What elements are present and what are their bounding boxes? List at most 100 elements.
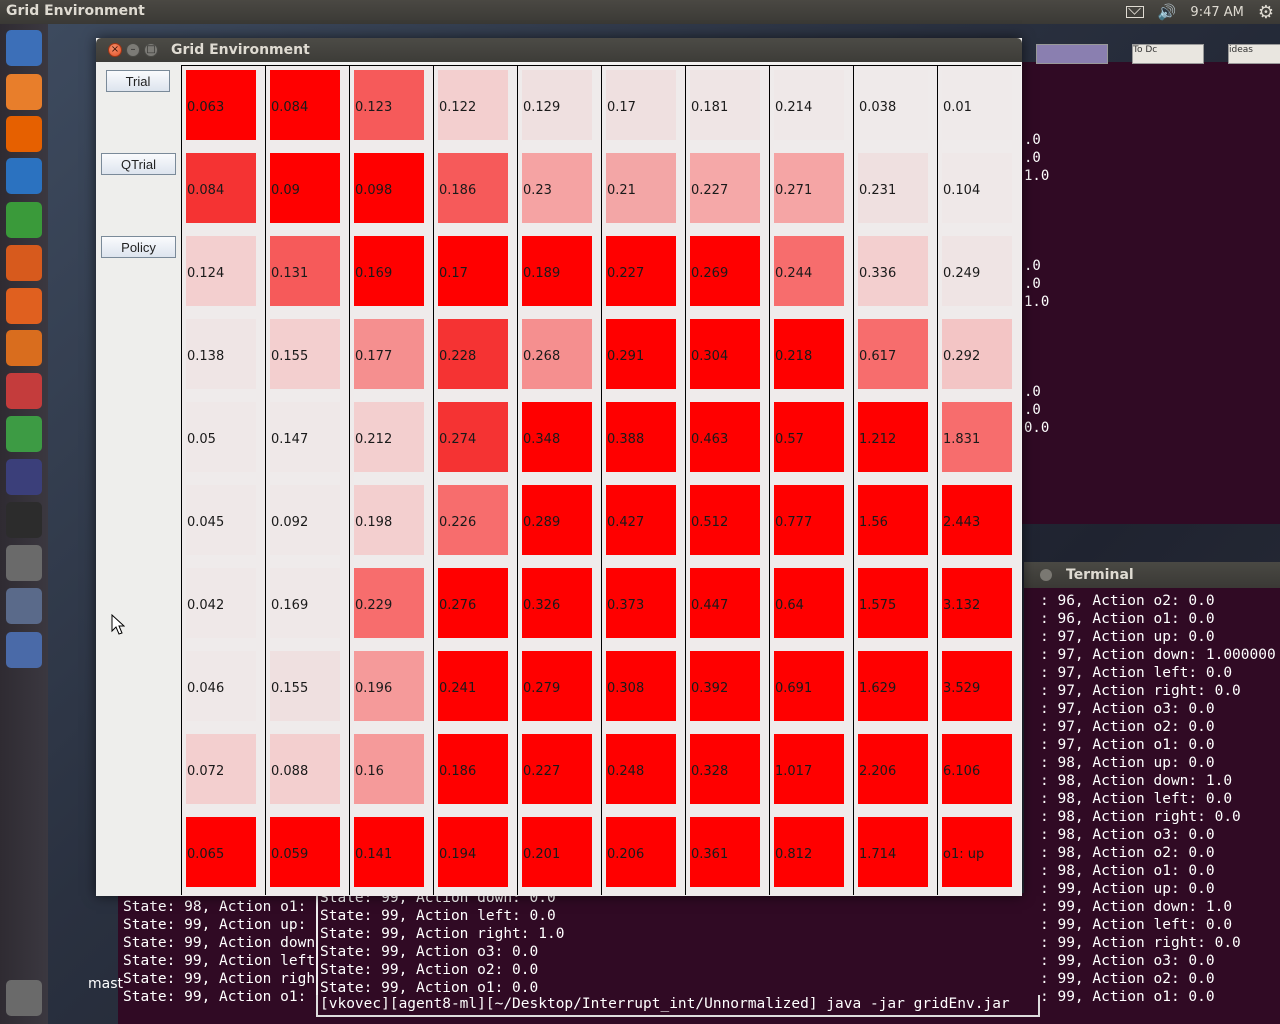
grid-cell: 2.443 (938, 481, 1021, 564)
files-icon[interactable] (6, 74, 42, 110)
software-center-icon[interactable] (6, 288, 42, 324)
grid-cell: 0.227 (686, 149, 769, 232)
writer-icon[interactable] (6, 158, 42, 194)
cell-value: 1.212 (859, 432, 897, 447)
trash-icon[interactable] (6, 980, 42, 1016)
grid-cell: 0.084 (266, 66, 349, 149)
terminal-output-left: State: 98, Action o1: State: 99, Action u… (123, 898, 315, 1006)
cell-value: 0.271 (775, 183, 813, 198)
grid-cell: 0.141 (350, 813, 433, 896)
text-editor-icon[interactable] (6, 545, 42, 581)
cell-value: 0.617 (859, 349, 897, 364)
terminal-window-bottom[interactable]: State: 98, Action o1: State: 99, Action u… (118, 890, 1040, 1024)
mail-icon[interactable] (1125, 6, 1144, 18)
grid-cell: 0.124 (182, 232, 265, 315)
terminal-line: : 97, Action o3: 0.0 (1040, 701, 1215, 717)
eclipse-icon[interactable] (6, 459, 42, 495)
trial-button[interactable]: Trial (106, 70, 170, 92)
ubuntu-one-icon[interactable] (6, 330, 42, 366)
cell-value: 0.194 (439, 847, 477, 862)
launcher (0, 24, 48, 1024)
grid-cell: 1.714 (854, 813, 937, 896)
desktop-folder-label[interactable]: mast (88, 976, 123, 992)
cell-value: 0.229 (355, 598, 393, 613)
terminal-icon[interactable] (6, 502, 42, 538)
close-icon[interactable]: × (108, 43, 122, 57)
grid-cell: 0.045 (182, 481, 265, 564)
grid-cell: 0.308 (602, 647, 685, 730)
grid-cell: 0.059 (266, 813, 349, 896)
grid-cell: 0.198 (350, 481, 433, 564)
minimize-icon[interactable]: – (126, 43, 140, 57)
cell-value: 0.249 (943, 266, 981, 281)
terminal-title: Terminal (1066, 567, 1134, 583)
background-terminal-window[interactable]: .0 .0 1.0 .0 .0 1.0 .0 .0 0.0 (1020, 62, 1280, 524)
cell-value: 0.227 (691, 183, 729, 198)
grid-cell: 0.447 (686, 564, 769, 647)
grid-cell: 0.373 (602, 564, 685, 647)
grid-cell: 1.575 (854, 564, 937, 647)
cell-value: 0.276 (439, 598, 477, 613)
desktop-thumbnail[interactable] (1036, 44, 1108, 64)
cell-value: 0.64 (775, 598, 804, 613)
close-icon[interactable] (1040, 569, 1052, 581)
qtrial-button[interactable]: QTrial (101, 153, 176, 175)
grid-cell: 0.206 (602, 813, 685, 896)
impress-icon[interactable] (6, 245, 42, 281)
cell-value: 0.228 (439, 349, 477, 364)
cell-value: 0.244 (775, 266, 813, 281)
grid-cell: 0.104 (938, 149, 1021, 232)
terminal-line: : 98, Action right: 0.0 (1040, 809, 1241, 825)
policy-button[interactable]: Policy (101, 236, 176, 258)
firefox-icon[interactable] (6, 116, 42, 152)
value-grid: 0.063 0.084 0.123 0.122 0.129 0.17 0.181 0.214 0… (181, 65, 1021, 896)
workspace-switcher-icon[interactable] (6, 632, 42, 668)
terminal-titlebar[interactable]: Terminal (1024, 562, 1280, 588)
cell-value: 0.326 (523, 598, 561, 613)
terminal-line: : 98, Action up: 0.0 (1040, 755, 1215, 771)
cell-value: 3.132 (943, 598, 981, 613)
grid-cell: 0.292 (938, 315, 1021, 398)
grid-cell: 0.17 (602, 66, 685, 149)
cell-value: 0.392 (691, 681, 729, 696)
cell-value: 0.063 (187, 100, 225, 115)
calc-icon[interactable] (6, 202, 42, 238)
cell-value: 0.447 (691, 598, 729, 613)
gear-icon[interactable]: ⚙ (1258, 2, 1274, 23)
cell-value: 0.098 (355, 183, 393, 198)
grid-cell: 0.463 (686, 398, 769, 481)
chrome-icon[interactable] (6, 416, 42, 452)
cell-value: 0.01 (943, 100, 972, 115)
maximize-icon[interactable]: □ (144, 43, 158, 57)
terminal-line: .0 (1024, 258, 1041, 274)
grid-cell: 0.326 (518, 564, 601, 647)
desktop-thumbnail[interactable]: ideas (1228, 44, 1280, 64)
cell-value: 0.129 (523, 100, 561, 115)
cell-value: 0.186 (439, 183, 477, 198)
terminal-window-right[interactable]: Terminal : 96, Action o2: 0.0: 96, Actio… (1024, 562, 1280, 1024)
system-settings-icon[interactable] (6, 373, 42, 409)
terminal-prompt[interactable]: [vkovec][agent8-ml][~/Desktop/Interrupt_… (316, 995, 1040, 1017)
desktop-thumbnail[interactable]: To Dc (1132, 44, 1204, 64)
volume-icon[interactable]: 🔊 (1158, 3, 1177, 21)
grid-cell: 0.269 (686, 232, 769, 315)
grid-cell: 0.276 (434, 564, 517, 647)
dash-icon[interactable] (6, 30, 42, 66)
terminal-line: : 97, Action o1: 0.0 (1040, 737, 1215, 753)
grid-cell: 0.777 (770, 481, 853, 564)
clock[interactable]: 9:47 AM (1190, 5, 1243, 20)
terminal-line: : 99, Action o1: 0.0 (1040, 989, 1215, 1005)
terminal-line: : 98, Action o1: 0.0 (1040, 863, 1215, 879)
grid-cell: 6.106 (938, 730, 1021, 813)
window-titlebar[interactable]: × – □ Grid Environment (96, 38, 1022, 62)
java-icon[interactable] (6, 588, 42, 624)
grid-cell: 0.201 (518, 813, 601, 896)
grid-environment-window[interactable]: × – □ Grid Environment Trial QTrial Poli… (96, 38, 1022, 896)
terminal-line: : 97, Action down: 1.000000 (1040, 647, 1276, 663)
terminal-line: : 98, Action left: 0.0 (1040, 791, 1233, 807)
cell-value: 0.169 (355, 266, 393, 281)
grid-cell: 0.271 (770, 149, 853, 232)
grid-cell: 0.336 (854, 232, 937, 315)
terminal-line: State: 99, Action up: (123, 917, 307, 933)
cell-value: 0.046 (187, 681, 225, 696)
